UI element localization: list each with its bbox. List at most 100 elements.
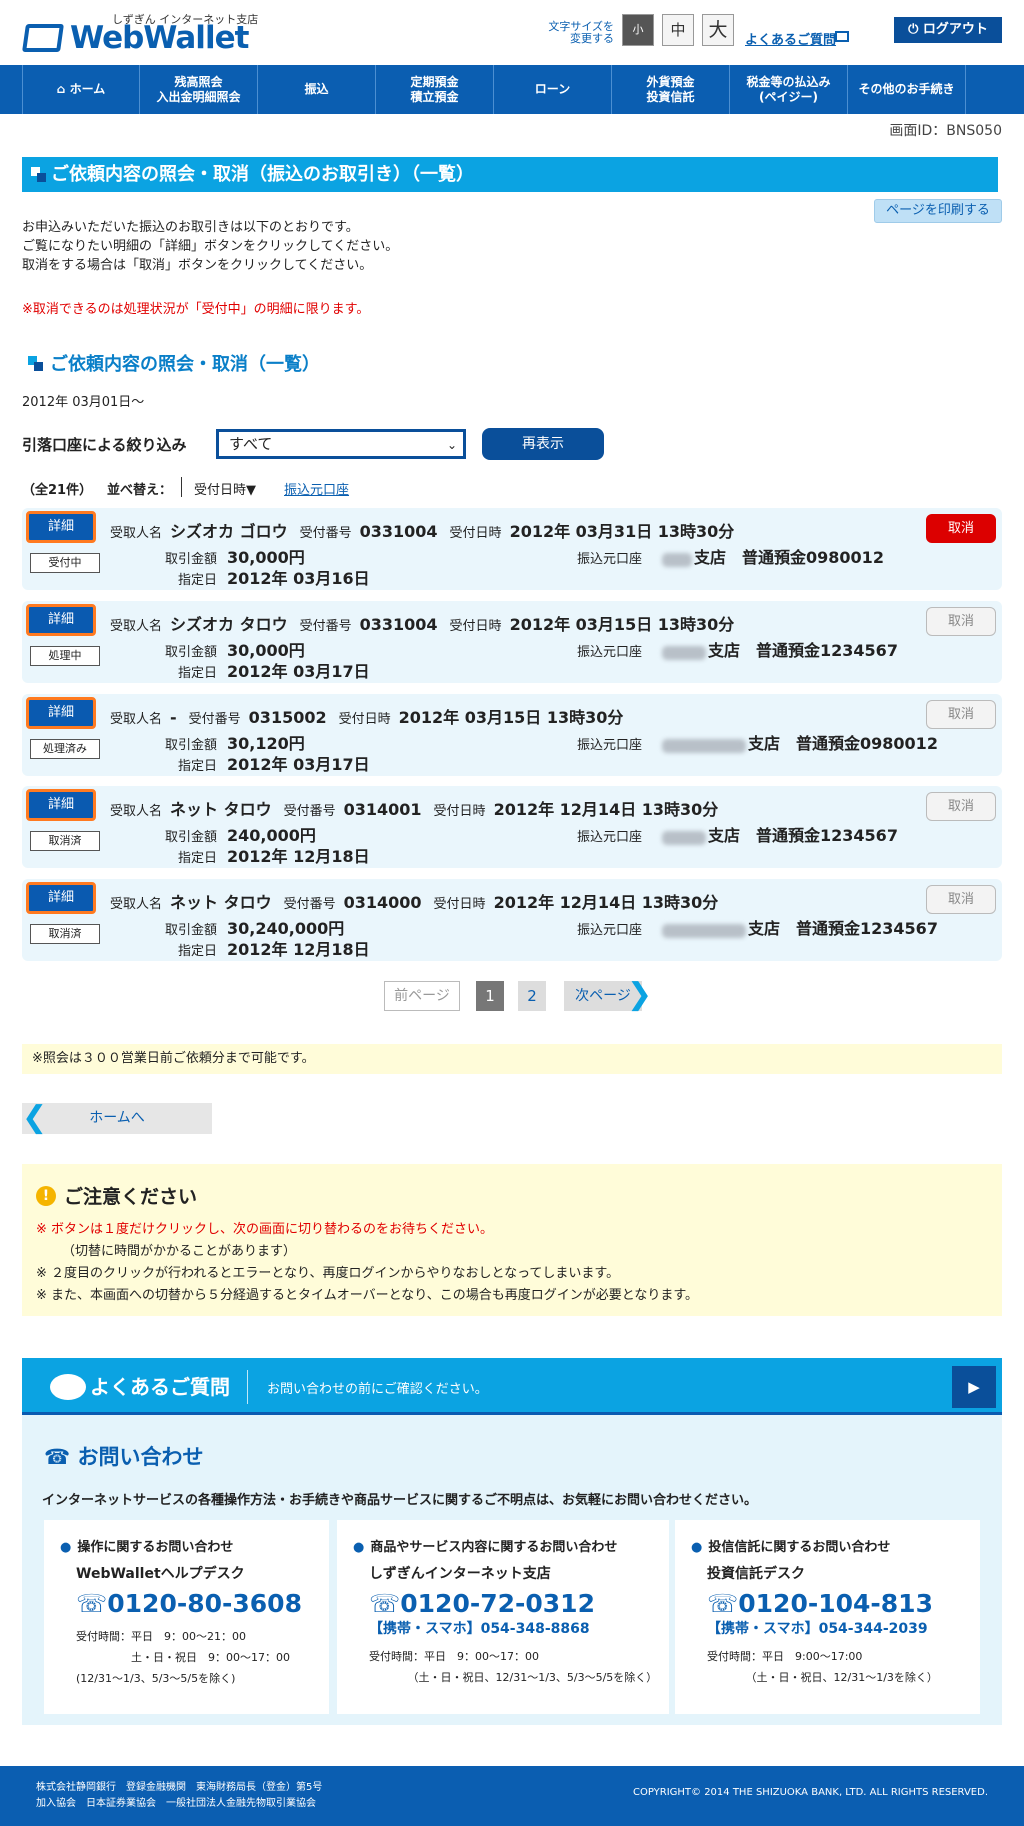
nav-deposit[interactable]: 定期預金 積立預金 bbox=[376, 65, 494, 114]
payee-label: 受取人名 bbox=[110, 712, 163, 727]
cancel-button[interactable]: 取消 bbox=[926, 885, 996, 914]
receipt-no: 0314000 bbox=[343, 893, 422, 912]
divider bbox=[247, 1370, 248, 1404]
freedial-number[interactable]: ☏0120-80-3608 bbox=[60, 1589, 313, 1618]
page-2-button[interactable]: 2 bbox=[518, 981, 546, 1011]
cancel-button[interactable]: 取消 bbox=[926, 607, 996, 636]
logo[interactable]: WebWallet bbox=[70, 20, 249, 56]
masked-branch bbox=[662, 923, 747, 938]
home-button[interactable]: ホームへ bbox=[22, 1103, 212, 1134]
footer-line: 株式会社静岡銀行 登録金融機関 東海財務局長（登金）第5号 bbox=[36, 1782, 323, 1793]
date-range: 2012年 03月01日〜 bbox=[22, 395, 145, 410]
row-header: 受取人名 - 受付番号 0315002 受付日時 2012年 03月15日 13時30分 bbox=[110, 704, 635, 728]
receipt-datetime-label: 受付日時 bbox=[338, 712, 391, 727]
account-row: 振込元口座 支店 普通預金0980012 bbox=[577, 730, 938, 754]
account-label: 振込元口座 bbox=[577, 552, 643, 567]
print-page-button[interactable]: ページを印刷する bbox=[874, 199, 1002, 223]
chevron-right-icon: ❯ bbox=[627, 977, 653, 1012]
inquiry-note: ※照会は３００営業日前ご依頼分まで可能です。 bbox=[22, 1044, 1002, 1074]
cancel-button[interactable]: 取消 bbox=[926, 700, 996, 729]
new-window-icon bbox=[835, 31, 849, 42]
account-value: 支店 普通預金0980012 bbox=[694, 548, 884, 567]
contact-lead: インターネットサービスの各種操作方法・お手続きや商品サービスに関するご不明点は、… bbox=[42, 1493, 758, 1508]
detail-button[interactable]: 詳細 bbox=[26, 882, 96, 914]
speech-bubble-icon bbox=[50, 1374, 86, 1400]
receipt-datetime-label: 受付日時 bbox=[433, 804, 486, 819]
row-header: 受取人名 ネット タロウ 受付番号 0314000 受付日時 2012年 12月14日 1… bbox=[110, 889, 730, 913]
font-size-small-button[interactable]: 小 bbox=[622, 14, 654, 46]
row-header: 受取人名 シズオカ ゴロウ 受付番号 0331004 受付日時 2012年 03月31日 … bbox=[110, 518, 746, 542]
status-badge: 取消済 bbox=[30, 831, 100, 851]
payee-name: シズオカ ゴロウ bbox=[170, 522, 288, 541]
nav-foreign[interactable]: 外貨預金 投資信託 bbox=[612, 65, 730, 114]
nav-transfer[interactable]: 振込 bbox=[258, 65, 376, 114]
font-size-large-button[interactable]: 大 bbox=[702, 14, 734, 46]
cancel-button[interactable]: 取消 bbox=[926, 792, 996, 821]
nav-home[interactable]: ⌂ ホーム bbox=[22, 65, 140, 114]
chevron-left-icon: ❮ bbox=[22, 1100, 48, 1135]
status-badge: 受付中 bbox=[30, 553, 100, 573]
nav-label: ホーム bbox=[69, 82, 106, 96]
contact-hours: 受付時間：平日 9：00〜21：00 土・日・祝日 9：00〜17：00 (12… bbox=[76, 1630, 290, 1685]
contact-hours: 受付時間：平日 9:00〜17:00 （土・日・祝日、12/31〜1/3を除く） bbox=[707, 1650, 938, 1684]
redisplay-button[interactable]: 再表示 bbox=[482, 428, 604, 460]
freedial-icon: ☏ bbox=[369, 1589, 401, 1618]
nav-other[interactable]: その他のお手続き bbox=[848, 65, 966, 114]
account-value: 支店 普通預金0980012 bbox=[748, 734, 938, 753]
account-filter-select[interactable]: すべて ⌄ bbox=[216, 429, 466, 459]
receipt-datetime-label: 受付日時 bbox=[449, 619, 502, 634]
date-value: 2012年 03月17日 bbox=[227, 662, 370, 681]
sort-by-receipt-date[interactable]: 受付日時▼ bbox=[194, 479, 256, 498]
freedial-number[interactable]: ☏0120-104-813 bbox=[691, 1589, 964, 1618]
account-row: 振込元口座 支店 普通預金1234567 bbox=[577, 915, 938, 939]
faq-link[interactable]: よくあるご質問 bbox=[745, 29, 836, 48]
freedial-number[interactable]: ☏0120-72-0312 bbox=[353, 1589, 653, 1618]
nav-loan[interactable]: ローン bbox=[494, 65, 612, 114]
nav-payeasy[interactable]: 税金等の払込み (ペイジー) bbox=[730, 65, 848, 114]
intro-line: ご覧になりたい明細の「詳細」ボタンをクリックしてください。 bbox=[22, 239, 399, 254]
prev-page-button[interactable]: 前ページ bbox=[384, 981, 460, 1011]
contact-title-text: お問い合わせ bbox=[77, 1445, 204, 1469]
contact-section: ☎ お問い合わせ インターネットサービスの各種操作方法・お手続きや商品サービスに… bbox=[22, 1415, 1002, 1725]
faq-banner[interactable]: よくあるご質問 お問い合わせの前にご確認ください。 ▶ bbox=[22, 1358, 1002, 1415]
detail-button[interactable]: 詳細 bbox=[26, 511, 96, 543]
page-1-button[interactable]: 1 bbox=[476, 981, 504, 1011]
date-label: 指定日 bbox=[178, 851, 218, 866]
section-mark-icon-2 bbox=[34, 362, 43, 371]
account-row: 振込元口座 支店 普通預金0980012 bbox=[577, 544, 884, 568]
account-row: 振込元口座 支店 普通預金1234567 bbox=[577, 637, 898, 661]
contact-box-title: 商品やサービス内容に関するお問い合わせ bbox=[353, 1536, 653, 1555]
date-value: 2012年 12月18日 bbox=[227, 940, 370, 959]
detail-button[interactable]: 詳細 bbox=[26, 604, 96, 636]
intro-line: 取消をする場合は「取消」ボタンをクリックしてください。 bbox=[22, 258, 373, 273]
font-size-medium-button[interactable]: 中 bbox=[662, 14, 694, 46]
nav-balance[interactable]: 残高照会 入出金明細照会 bbox=[140, 65, 258, 114]
row-header: 受取人名 シズオカ タロウ 受付番号 0331004 受付日時 2012年 03月15日 … bbox=[110, 611, 746, 635]
sort-label: 並べ替え： bbox=[107, 483, 173, 498]
transfer-row: 詳細 処理済み 受取人名 - 受付番号 0315002 受付日時 2012年 03月15日… bbox=[22, 694, 1002, 776]
caution-line: （切替に時間がかかることがあります） bbox=[62, 1244, 297, 1259]
home-icon: ⌂ bbox=[56, 82, 66, 96]
receipt-no-label: 受付番号 bbox=[283, 897, 336, 912]
select-value: すべて bbox=[229, 435, 273, 453]
mobile-number[interactable]: 【携帯・スマホ】054-344-2039 bbox=[691, 1618, 964, 1638]
detail-button[interactable]: 詳細 bbox=[26, 789, 96, 821]
logo-mark-icon bbox=[22, 24, 64, 52]
phone-icon: ☎ bbox=[44, 1445, 71, 1469]
payee-name: - bbox=[170, 708, 177, 727]
status-badge: 取消済 bbox=[30, 924, 100, 944]
payee-label: 受取人名 bbox=[110, 804, 163, 819]
logout-button[interactable]: ⏻ ログアウト bbox=[894, 17, 1002, 43]
caution-line: ※ また、本画面への切替から５分経過するとタイムオーバーとなり、この場合も再度ロ… bbox=[36, 1288, 699, 1303]
account-label: 振込元口座 bbox=[577, 830, 643, 845]
detail-button[interactable]: 詳細 bbox=[26, 697, 96, 729]
cancel-button[interactable]: 取消 bbox=[926, 514, 996, 543]
contact-box-title: 操作に関するお問い合わせ bbox=[60, 1536, 313, 1555]
account-label: 振込元口座 bbox=[577, 645, 643, 660]
payee-label: 受取人名 bbox=[110, 526, 163, 541]
play-arrow-icon[interactable]: ▶ bbox=[952, 1366, 996, 1408]
sort-by-account-link[interactable]: 振込元口座 bbox=[284, 479, 349, 498]
title-mark-icon-2 bbox=[37, 173, 46, 182]
mobile-number[interactable]: 【携帯・スマホ】054-348-8868 bbox=[353, 1618, 653, 1638]
contact-box-name: WebWalletヘルプデスク bbox=[76, 1566, 245, 1582]
